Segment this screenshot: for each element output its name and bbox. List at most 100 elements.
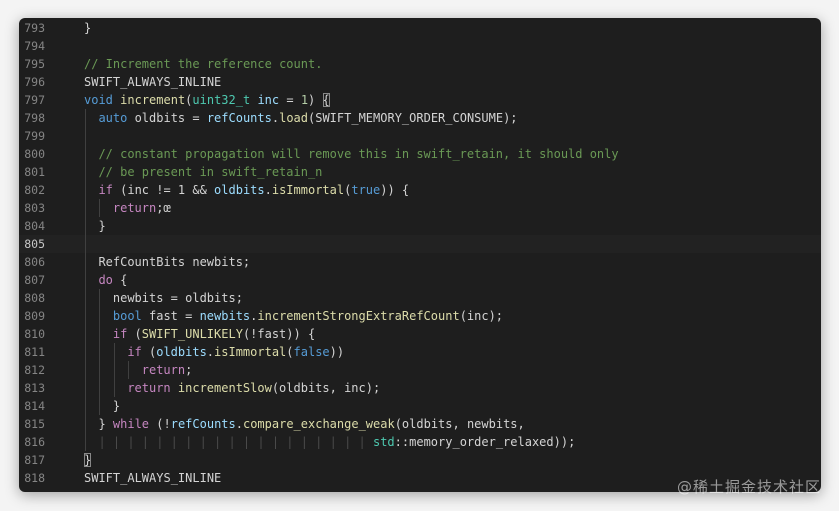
code-token: isImmortal: [214, 345, 287, 359]
code-line[interactable]: 809 bool fast = newbits.incrementStrongEx…: [19, 307, 821, 325]
code-token: if: [127, 345, 142, 359]
code-token: oldbits =: [127, 111, 207, 125]
code-token: false: [293, 345, 330, 359]
code-token: (!: [149, 417, 171, 431]
code-token: .: [271, 111, 280, 125]
code-text: RefCountBits newbits;: [98, 253, 821, 271]
code-text: auto oldbits = refCounts.load(SWIFT_MEMO…: [98, 109, 821, 127]
code-token: .: [264, 183, 272, 197]
line-number: 806: [24, 255, 45, 269]
code-line[interactable]: 808 newbits = oldbits;: [19, 289, 821, 307]
code-token: .: [206, 345, 215, 359]
line-number: 793: [24, 21, 45, 35]
code-line[interactable]: 803 return;œ: [19, 199, 821, 217]
code-line[interactable]: 798 auto oldbits = refCounts.load(SWIFT_M…: [19, 109, 821, 127]
code-token: refCounts: [206, 111, 272, 125]
code-text: void increment(uint32_t inc = 1) {: [84, 91, 821, 109]
code-line[interactable]: 812 return;: [19, 361, 821, 379]
code-token: increment: [120, 93, 186, 107]
code-token: inc: [257, 93, 280, 107]
code-line[interactable]: 805: [19, 235, 821, 253]
code-token: newbits: [199, 309, 251, 323]
code-text: // constant propagation will remove this…: [98, 145, 821, 163]
code-text: SWIFT_ALWAYS_INLINE: [84, 73, 821, 91]
line-number: 813: [24, 381, 45, 395]
line-number: 812: [24, 363, 45, 377]
code-text: newbits = oldbits;: [113, 289, 821, 307]
code-lines: 793} 794 795 // Increment the reference cou…: [19, 19, 821, 487]
code-editor[interactable]: 793} 794 795 // Increment the reference cou…: [19, 18, 821, 492]
code-text: return;: [142, 361, 821, 379]
code-line[interactable]: 816 | | | | | | | | | | | | | | | | | | |…: [19, 433, 821, 451]
code-token: SWIFT_ALWAYS_INLINE: [84, 75, 222, 89]
code-token: // Increment the reference count.: [84, 57, 323, 71]
code-line[interactable]: 804}: [19, 217, 821, 235]
code-line[interactable]: 810 if (SWIFT_UNLIKELY(!fast)) {: [19, 325, 821, 343]
code-token: ;: [185, 363, 193, 377]
code-text: }: [84, 19, 821, 37]
code-line[interactable]: 815} while (!refCounts.compare_exchange_…: [19, 415, 821, 433]
line-number: 818: [24, 471, 45, 485]
line-number: 794: [24, 39, 45, 53]
code-token: auto: [98, 111, 128, 125]
code-token: }: [84, 21, 92, 35]
code-text: do {: [98, 271, 821, 289]
line-number: 810: [24, 327, 45, 341]
code-token: return: [141, 363, 186, 377]
code-token: )) {: [380, 183, 410, 197]
code-token: (oldbits, newbits,: [394, 417, 525, 431]
code-token: =: [279, 93, 301, 107]
code-line[interactable]: 806 RefCountBits newbits;: [19, 253, 821, 271]
line-number: 796: [24, 75, 45, 89]
code-line[interactable]: 795 // Increment the reference count.: [19, 55, 821, 73]
code-token: while: [105, 417, 150, 431]
code-line[interactable]: 813 return incrementSlow(oldbits, inc);: [19, 379, 821, 397]
code-token: newbits = oldbits;: [112, 291, 243, 305]
code-line[interactable]: 814}: [19, 397, 821, 415]
code-token: (: [286, 345, 294, 359]
code-line[interactable]: 794: [19, 37, 821, 55]
code-token: load: [279, 111, 308, 125]
code-line[interactable]: 817}: [19, 451, 821, 469]
code-token: )): [329, 345, 345, 359]
line-number: 803: [24, 201, 45, 215]
code-line[interactable]: 800 // constant propagation will remove t…: [19, 145, 821, 163]
code-line[interactable]: 793}: [19, 19, 821, 37]
code-text: // be present in swift_retain_n: [98, 163, 821, 181]
code-token: incrementSlow: [177, 381, 272, 395]
code-token: if: [112, 327, 128, 341]
code-token: oldbits: [156, 345, 207, 359]
code-token: void: [84, 93, 113, 107]
line-number: 802: [24, 183, 45, 197]
code-line[interactable]: 807 do {: [19, 271, 821, 289]
code-line[interactable]: 799: [19, 127, 821, 145]
code-token: ;œ: [156, 201, 171, 215]
code-line[interactable]: 797 void increment(uint32_t inc = 1) {: [19, 91, 821, 109]
code-text: }: [113, 397, 821, 415]
code-token: oldbits: [214, 183, 265, 197]
code-token: // be present in swift_retain_n: [98, 165, 323, 179]
line-number: 816: [24, 435, 45, 449]
code-token: isImmortal: [271, 183, 345, 197]
code-token: (inc);: [459, 309, 504, 323]
code-text: return;œ: [113, 199, 821, 217]
code-text: if (SWIFT_UNLIKELY(!fast)) {: [113, 325, 821, 343]
code-token: true: [351, 183, 381, 197]
code-token: refCounts: [170, 417, 236, 431]
code-line[interactable]: 801 // be present in swift_retain_n: [19, 163, 821, 181]
code-token: | | | | | | | | | | | | | | | | | | |: [98, 435, 373, 449]
code-line[interactable]: 811 if (oldbits.isImmortal(false)): [19, 343, 821, 361]
code-text: return incrementSlow(oldbits, inc);: [127, 379, 821, 397]
code-text: }: [98, 217, 821, 235]
line-number: 797: [24, 93, 45, 107]
code-token: ::memory_order_relaxed));: [394, 435, 576, 449]
code-token: }: [84, 453, 92, 467]
line-number: 798: [24, 111, 45, 125]
code-text: if (oldbits.isImmortal(false)): [127, 343, 821, 361]
code-token: incrementStrongExtraRefCount: [257, 309, 460, 323]
code-text: // Increment the reference count.: [84, 55, 821, 73]
code-token: uint32_t: [192, 93, 251, 107]
code-line[interactable]: 802 if (inc != 1 && oldbits.isImmortal(tr…: [19, 181, 821, 199]
code-line[interactable]: 796 SWIFT_ALWAYS_INLINE: [19, 73, 821, 91]
